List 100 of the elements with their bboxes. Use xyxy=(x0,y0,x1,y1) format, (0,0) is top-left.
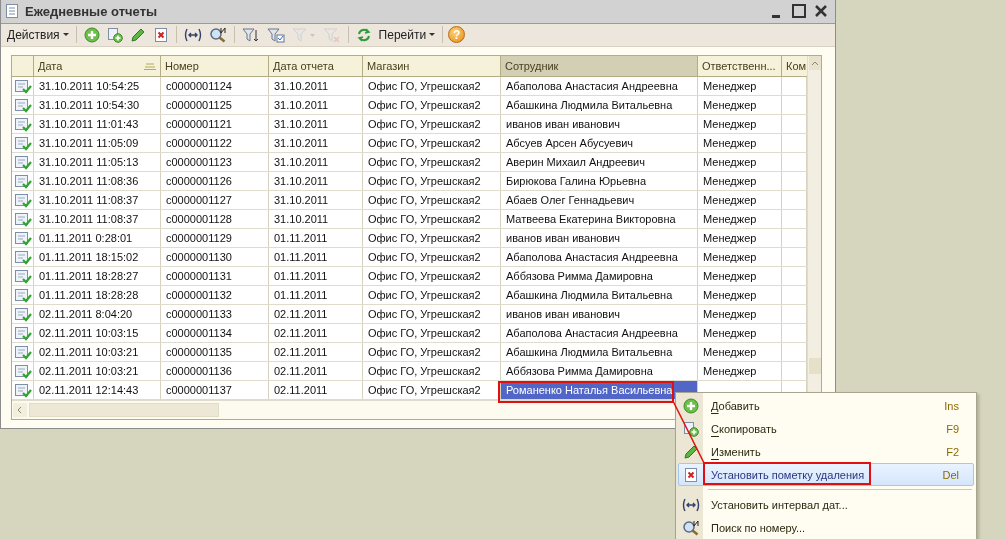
column-header[interactable]: Дата отчета xyxy=(269,56,363,76)
document-check-icon xyxy=(13,382,32,398)
search-icon xyxy=(682,519,700,536)
table-cell: 01.11.2011 18:28:27 xyxy=(34,267,161,285)
filter-button[interactable] xyxy=(264,25,287,45)
table-cell: Офис ГО, Угрешская2 xyxy=(363,267,501,285)
table-cell: Офис ГО, Угрешская2 xyxy=(363,210,501,228)
document-check-icon xyxy=(13,363,32,379)
table-cell: 01.11.2011 18:15:02 xyxy=(34,248,161,266)
table-cell: Менеджер xyxy=(698,172,782,190)
table-cell: Офис ГО, Угрешская2 xyxy=(363,191,501,209)
scroll-up-button[interactable] xyxy=(808,56,821,70)
table-cell: Менеджер xyxy=(698,324,782,342)
table-cell: Менеджер xyxy=(698,229,782,247)
table-cell: Абашкина Людмила Витальевна xyxy=(501,343,698,361)
document-check-icon xyxy=(13,306,32,322)
table-cell: c0000001131 xyxy=(161,267,269,285)
table-cell: 31.10.2011 11:08:37 xyxy=(34,191,161,209)
add-button[interactable] xyxy=(81,25,102,45)
document-check-icon xyxy=(13,78,32,94)
column-header[interactable]: Ком xyxy=(782,56,807,76)
table-cell: Менеджер xyxy=(698,115,782,133)
table-cell: Абсуев Арсен Абусуевич xyxy=(501,134,698,152)
menu-item[interactable]: Изменить F2 xyxy=(678,440,974,463)
add-icon xyxy=(683,397,699,414)
goto-menu[interactable]: Перейти xyxy=(376,25,438,45)
table-cell: 02.11.2011 10:03:15 xyxy=(34,324,161,342)
table-cell: c0000001125 xyxy=(161,96,269,114)
menu-item[interactable]: Поиск по номеру... xyxy=(678,516,974,539)
table-cell: 02.11.2011 10:03:21 xyxy=(34,343,161,361)
copy-icon xyxy=(683,420,699,437)
actions-menu[interactable]: Действия xyxy=(5,25,71,45)
table-cell: Абаполова Анастасия Андреевна xyxy=(501,77,698,95)
table-cell: 31.10.2011 10:54:30 xyxy=(34,96,161,114)
document-check-icon xyxy=(13,230,32,246)
table-cell: c0000001135 xyxy=(161,343,269,361)
document-icon xyxy=(5,3,19,20)
table-cell: Офис ГО, Угрешская2 xyxy=(363,134,501,152)
table-cell: c0000001136 xyxy=(161,362,269,380)
scrollbar-thumb[interactable] xyxy=(29,403,219,417)
table-cell: Менеджер xyxy=(698,96,782,114)
table-cell: Офис ГО, Угрешская2 xyxy=(363,77,501,95)
table-cell: 01.11.2011 xyxy=(269,229,363,247)
document-check-icon xyxy=(13,344,32,360)
document-check-icon xyxy=(13,154,32,170)
table-cell: Офис ГО, Угрешская2 xyxy=(363,248,501,266)
table-cell: c0000001121 xyxy=(161,115,269,133)
table-cell: Аверин Михаил Андреевич xyxy=(501,153,698,171)
table-cell: c0000001124 xyxy=(161,77,269,95)
scroll-left-button[interactable] xyxy=(13,403,27,417)
table-cell: 02.11.2011 xyxy=(269,343,363,361)
table-cell: Абаполова Анастасия Андреевна xyxy=(501,324,698,342)
table-cell: c0000001132 xyxy=(161,286,269,304)
table-cell: Менеджер xyxy=(698,153,782,171)
table-cell: 02.11.2011 xyxy=(269,381,363,399)
table-cell: c0000001123 xyxy=(161,153,269,171)
column-header[interactable]: Дата xyxy=(34,56,161,76)
column-header[interactable]: Номер xyxy=(161,56,269,76)
table-cell: 01.11.2011 xyxy=(269,267,363,285)
pencil-icon xyxy=(683,443,699,460)
table-cell: Офис ГО, Угрешская2 xyxy=(363,343,501,361)
table-cell: Абаполова Анастасия Андреевна xyxy=(501,248,698,266)
table-cell: иванов иван иванович xyxy=(501,305,698,323)
table-cell: Менеджер xyxy=(698,134,782,152)
table-cell: 31.10.2011 11:01:43 xyxy=(34,115,161,133)
maximize-button[interactable] xyxy=(791,3,807,20)
table-cell: Менеджер xyxy=(698,267,782,285)
table-cell: 31.10.2011 11:05:09 xyxy=(34,134,161,152)
column-header[interactable]: Сотрудник xyxy=(501,56,698,76)
document-check-icon xyxy=(13,249,32,265)
table-cell: 01.11.2011 0:28:01 xyxy=(34,229,161,247)
menu-item[interactable]: Установить интервал дат... xyxy=(678,493,974,516)
table-cell: c0000001126 xyxy=(161,172,269,190)
table-cell: 02.11.2011 xyxy=(269,362,363,380)
document-check-icon xyxy=(13,268,32,284)
table-cell: Офис ГО, Угрешская2 xyxy=(363,229,501,247)
column-header[interactable]: Ответственн... xyxy=(698,56,782,76)
table-cell: Бирюкова Галина Юрьевна xyxy=(501,172,698,190)
table-cell: 31.10.2011 xyxy=(269,134,363,152)
table-cell: c0000001122 xyxy=(161,134,269,152)
table-cell: 02.11.2011 xyxy=(269,324,363,342)
table-cell: иванов иван иванович xyxy=(501,115,698,133)
table-cell: 31.10.2011 xyxy=(269,153,363,171)
table-cell: Абашкина Людмила Витальевна xyxy=(501,286,698,304)
table-cell: 31.10.2011 xyxy=(269,96,363,114)
table-cell: Матвеева Екатерина Викторовна xyxy=(501,210,698,228)
leader-line xyxy=(672,400,705,464)
scrollbar-thumb[interactable] xyxy=(808,358,821,374)
menu-item[interactable]: Скопировать F9 xyxy=(678,417,974,440)
table-cell: 31.10.2011 11:08:36 xyxy=(34,172,161,190)
table-cell: 31.10.2011 11:08:37 xyxy=(34,210,161,228)
table-cell: Абашкина Людмила Витальевна xyxy=(501,96,698,114)
table-cell: Офис ГО, Угрешская2 xyxy=(363,305,501,323)
table-cell: Менеджер xyxy=(698,305,782,323)
interval-icon xyxy=(682,496,700,513)
table-cell: 31.10.2011 10:54:25 xyxy=(34,77,161,95)
table-cell: Менеджер xyxy=(698,210,782,228)
document-check-icon xyxy=(13,97,32,113)
document-check-icon xyxy=(13,135,32,151)
window-title: Ежедневные отчеты xyxy=(25,4,159,19)
